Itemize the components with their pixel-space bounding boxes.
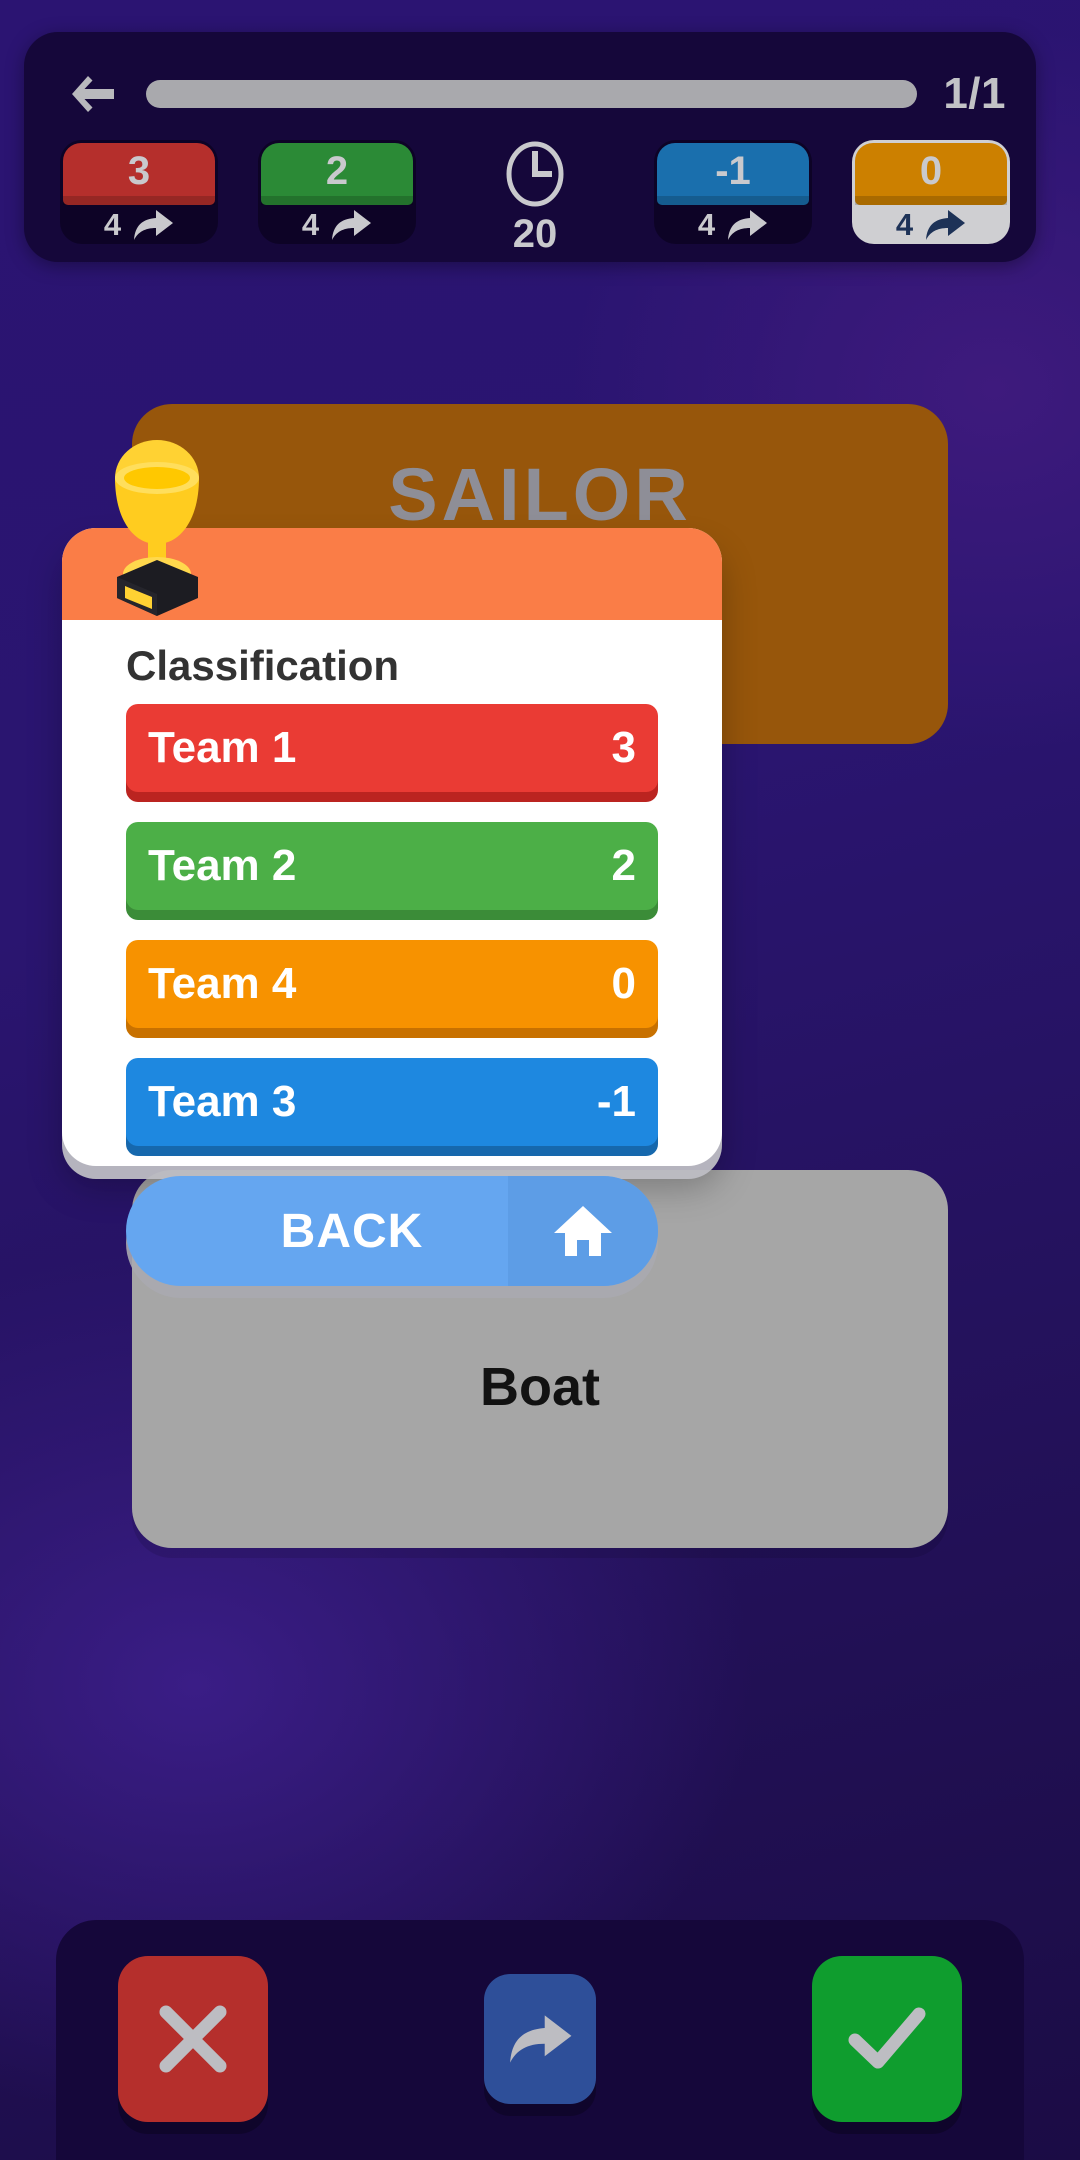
clock-icon [502, 141, 568, 212]
team-name: Team 2 [148, 841, 297, 890]
back-button[interactable]: BACK [126, 1176, 658, 1286]
share-button[interactable] [484, 1974, 596, 2104]
page-count-label: 1/1 [943, 69, 1006, 118]
team-card-count: 4 [697, 207, 716, 242]
team-score: 0 [611, 959, 636, 1008]
table-row[interactable]: Team 4 0 [126, 940, 658, 1028]
team-card-footer: 4 [654, 205, 812, 244]
team-name: Team 1 [148, 723, 297, 772]
team-card-2[interactable]: 2 4 [258, 140, 416, 244]
share-arrow-icon[interactable] [330, 208, 372, 242]
trophy-icon [82, 434, 262, 620]
team-card-footer: 4 [852, 205, 1010, 244]
bottom-action-bar [56, 1920, 1024, 2160]
team-score-cards: 3 4 2 4 20 -1 4 0 4 [60, 140, 1010, 254]
team-name: Team 4 [148, 959, 297, 1008]
table-row[interactable]: Team 3 -1 [126, 1058, 658, 1146]
table-row[interactable]: Team 1 3 [126, 704, 658, 792]
team-card-score: -1 [715, 149, 751, 193]
team-card-score-area: -1 [657, 143, 809, 205]
team-card-1[interactable]: 3 4 [60, 140, 218, 244]
team-score: 3 [611, 723, 636, 772]
check-icon [845, 2000, 929, 2078]
team-card-score: 0 [919, 149, 943, 193]
boat-card-label: Boat [480, 1357, 600, 1417]
progress-bar[interactable] [146, 80, 918, 108]
share-arrow-icon[interactable] [924, 208, 966, 242]
team-card-footer: 4 [60, 205, 218, 244]
team-card-count: 4 [301, 207, 320, 242]
team-card-4-active[interactable]: 0 4 [852, 140, 1010, 244]
team-card-count: 4 [103, 207, 122, 242]
team-card-score: 3 [127, 149, 151, 193]
team-score: 2 [611, 841, 636, 890]
hud-top-row: 1/1 [64, 66, 1006, 122]
team-card-count: 4 [895, 207, 914, 242]
page-title: Classification [126, 642, 400, 689]
background-word: SAILOR [388, 453, 692, 536]
timer-seconds: 20 [512, 212, 558, 256]
home-icon[interactable] [508, 1176, 658, 1286]
confirm-button[interactable] [812, 1956, 962, 2122]
share-arrow-icon[interactable] [726, 208, 768, 242]
modal-body: Classification Team 1 3 Team 2 2 Team 4 … [62, 620, 722, 1286]
top-hud-panel: 1/1 3 4 2 4 20 -1 4 0 4 [24, 32, 1036, 262]
share-arrow-icon[interactable] [132, 208, 174, 242]
back-button-label: BACK [280, 1204, 424, 1258]
back-arrow-icon[interactable] [64, 66, 120, 122]
team-card-score-area: 2 [261, 143, 413, 205]
classification-modal: Classification Team 1 3 Team 2 2 Team 4 … [62, 440, 722, 1286]
cancel-button[interactable] [118, 1956, 268, 2122]
team-card-score-area: 3 [63, 143, 215, 205]
team-name: Team 3 [148, 1077, 297, 1126]
team-card-footer: 4 [258, 205, 416, 244]
team-card-score-area: 0 [855, 143, 1007, 205]
round-timer: 20 [456, 140, 614, 254]
team-score: -1 [596, 1077, 636, 1126]
share-arrow-icon [507, 2012, 573, 2066]
team-card-3[interactable]: -1 4 [654, 140, 812, 244]
team-card-score: 2 [325, 149, 349, 193]
table-row[interactable]: Team 2 2 [126, 822, 658, 910]
close-x-icon [154, 2000, 232, 2078]
